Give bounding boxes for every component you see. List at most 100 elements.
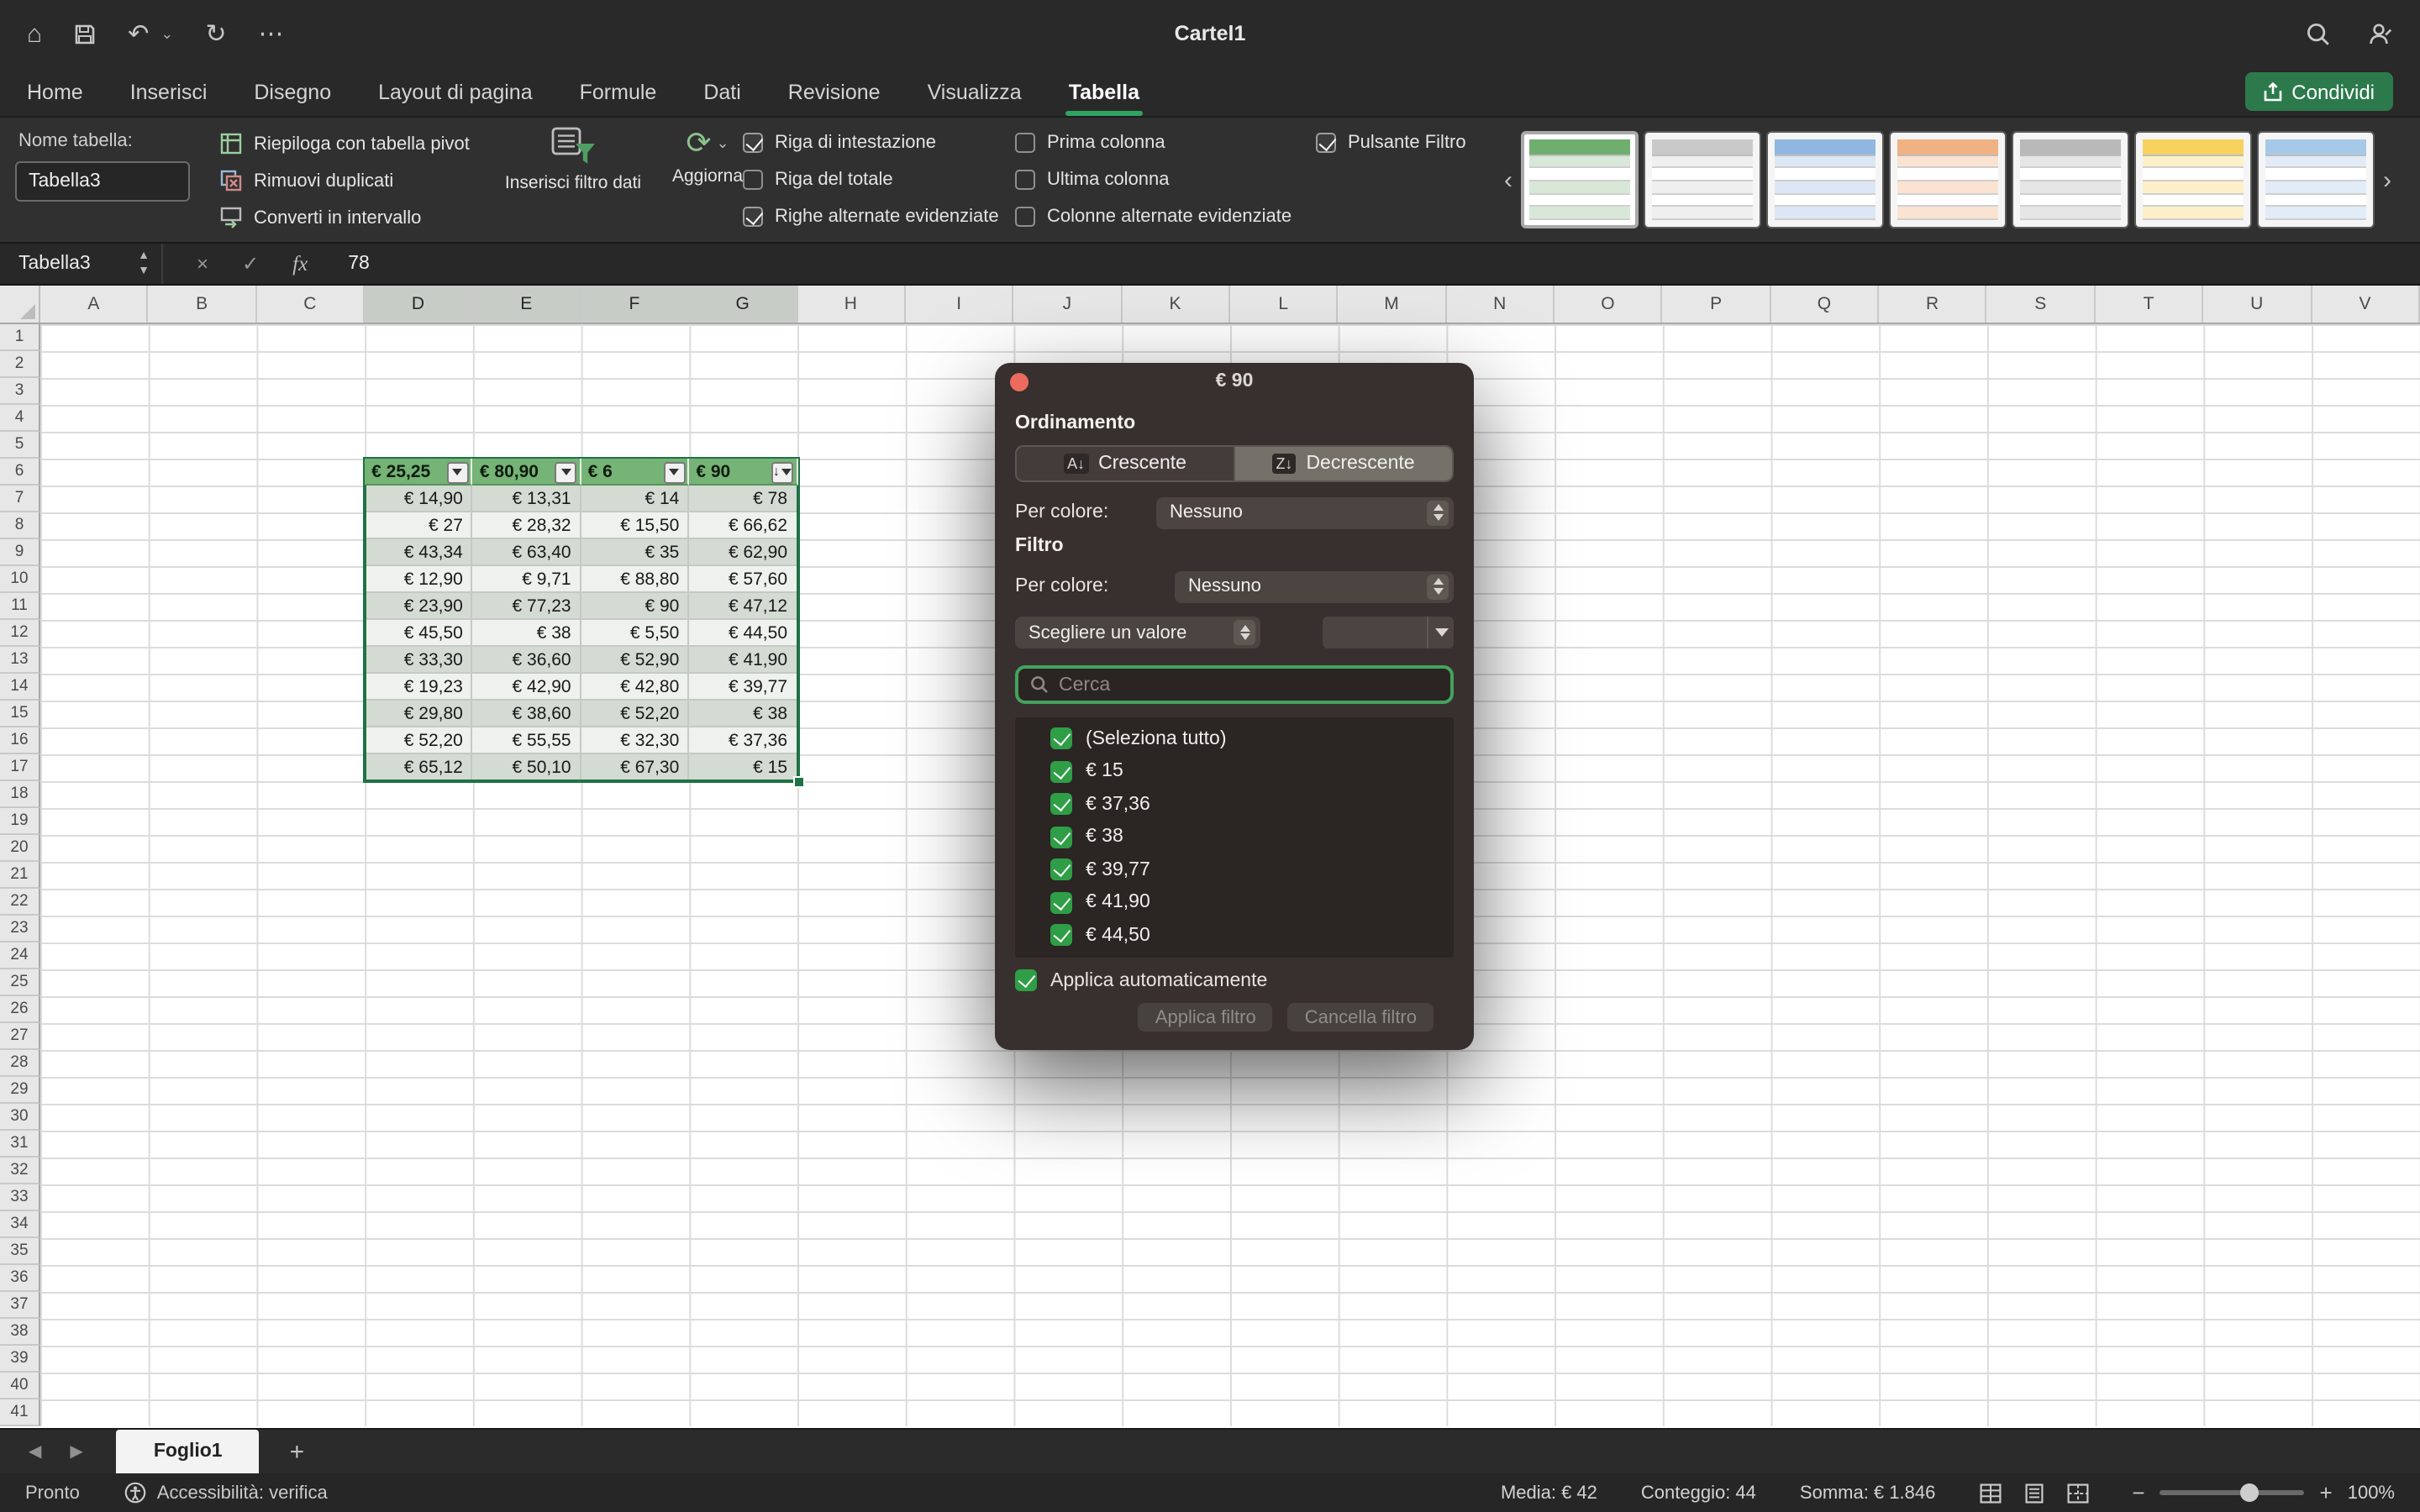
table-style-skyblue[interactable] — [2257, 131, 2375, 228]
sheet-tab-foglio1[interactable]: Foglio1 — [117, 1430, 260, 1473]
table-cell[interactable]: € 41,90 — [689, 647, 797, 674]
column-header-S[interactable]: S — [1987, 286, 2096, 323]
page-break-view-icon[interactable] — [2066, 1483, 2088, 1503]
auto-apply-checkbox-icon[interactable] — [1015, 969, 1037, 991]
apply-filter-button[interactable]: Applica filtro — [1139, 1003, 1273, 1032]
button-rimuovi-duplicati[interactable]: Rimuovi duplicati — [213, 163, 476, 198]
table-cell[interactable]: € 43,34 — [365, 539, 473, 566]
checkbox-ultima-colonna[interactable]: Ultima colonna — [1015, 166, 1292, 192]
row-header-16[interactable]: 16 — [0, 727, 40, 754]
table-cell[interactable]: € 19,23 — [365, 674, 473, 701]
row-header-34[interactable]: 34 — [0, 1211, 40, 1238]
row-header-19[interactable]: 19 — [0, 808, 40, 835]
filter-by-color-dropdown[interactable]: Nessuno — [1175, 570, 1454, 602]
row-header-17[interactable]: 17 — [0, 754, 40, 781]
column-header-C[interactable]: C — [256, 286, 365, 323]
row-header-35[interactable]: 35 — [0, 1238, 40, 1265]
tab-home[interactable]: Home — [27, 66, 83, 117]
table-style-light[interactable] — [1644, 131, 1761, 228]
table-cell[interactable]: € 57,60 — [689, 566, 797, 593]
row-header-8[interactable]: 8 — [0, 512, 40, 539]
sheet-prev-icon[interactable]: ◀ — [29, 1442, 41, 1461]
filter-value-option-seleziona-tutto[interactable]: (Seleziona tutto) — [1015, 722, 1454, 755]
tab-formule[interactable]: Formule — [580, 66, 657, 117]
checkbox-pulsante-filtro[interactable]: Pulsante Filtro — [1316, 129, 1466, 155]
checkbox-icon[interactable] — [1050, 794, 1072, 816]
row-header-7[interactable]: 7 — [0, 486, 40, 512]
filter-button-applied[interactable]: ↓ — [771, 461, 793, 483]
table-cell[interactable]: € 37,36 — [689, 727, 797, 754]
column-header-R[interactable]: R — [1879, 286, 1987, 323]
filter-criteria-combobox[interactable] — [1323, 617, 1454, 648]
search-icon[interactable] — [2306, 21, 2331, 46]
auto-apply-row[interactable]: Applica automaticamente — [1015, 969, 1454, 991]
table-name-input[interactable] — [15, 161, 190, 202]
confirm-entry-icon[interactable]: ✓ — [242, 252, 259, 276]
table-cell[interactable]: € 9,71 — [473, 566, 581, 593]
checkbox-righe-alternate-evidenziate[interactable]: Righe alternate evidenziate — [743, 203, 999, 228]
zoom-in-icon[interactable]: + — [2320, 1480, 2333, 1505]
column-header-N[interactable]: N — [1446, 286, 1555, 323]
sheet-next-icon[interactable]: ▶ — [70, 1442, 82, 1461]
table-cell[interactable]: € 15,50 — [581, 512, 690, 539]
name-box[interactable]: Tabella3 ▲ ▼ — [0, 244, 163, 284]
row-header-22[interactable]: 22 — [0, 889, 40, 916]
table-cell[interactable]: € 35 — [581, 539, 690, 566]
filter-dropdown-button[interactable] — [447, 461, 469, 483]
insert-slicer-button[interactable]: Inserisci filtro dati — [504, 124, 642, 194]
row-header-29[interactable]: 29 — [0, 1077, 40, 1104]
redo-icon[interactable]: ↻ — [205, 21, 226, 46]
row-header-33[interactable]: 33 — [0, 1184, 40, 1211]
checkbox-icon[interactable] — [1050, 761, 1072, 783]
clear-filter-button[interactable]: Cancella filtro — [1288, 1003, 1434, 1032]
row-header-15[interactable]: 15 — [0, 701, 40, 727]
tab-disegno[interactable]: Disegno — [254, 66, 331, 117]
table-header-cell-90[interactable]: € 90↓ — [689, 459, 797, 486]
row-header-3[interactable]: 3 — [0, 378, 40, 405]
table-cell[interactable]: € 29,80 — [365, 701, 473, 727]
table-cell[interactable]: € 38 — [473, 620, 581, 647]
row-header-30[interactable]: 30 — [0, 1104, 40, 1131]
row-header-28[interactable]: 28 — [0, 1050, 40, 1077]
table-cell[interactable]: € 13,31 — [473, 486, 581, 512]
column-header-V[interactable]: V — [2312, 286, 2420, 323]
table-cell[interactable]: € 50,10 — [473, 754, 581, 781]
table-cell[interactable]: € 45,50 — [365, 620, 473, 647]
checkbox-colonne-alternate-evidenziate[interactable]: Colonne alternate evidenziate — [1015, 203, 1292, 228]
checkbox-icon[interactable] — [1050, 728, 1072, 750]
checkbox-icon[interactable] — [1050, 859, 1072, 881]
row-header-36[interactable]: 36 — [0, 1265, 40, 1292]
button-converti-in-intervallo[interactable]: Converti in intervallo — [213, 200, 476, 235]
row-header-25[interactable]: 25 — [0, 969, 40, 996]
save-icon[interactable] — [74, 23, 96, 45]
table-cell[interactable]: € 38 — [689, 701, 797, 727]
row-header-24[interactable]: 24 — [0, 942, 40, 969]
row-header-20[interactable]: 20 — [0, 835, 40, 862]
row-header-41[interactable]: 41 — [0, 1399, 40, 1426]
checkbox-icon[interactable] — [1050, 827, 1072, 848]
gallery-next-icon[interactable]: › — [2375, 165, 2400, 194]
table-style-yellow[interactable] — [2134, 131, 2252, 228]
column-header-E[interactable]: E — [473, 286, 581, 323]
column-header-G[interactable]: G — [689, 286, 797, 323]
table-cell[interactable]: € 27 — [365, 512, 473, 539]
row-header-39[interactable]: 39 — [0, 1346, 40, 1373]
formula-bar-value[interactable]: 78 — [348, 254, 370, 274]
tab-inserisci[interactable]: Inserisci — [130, 66, 208, 117]
column-header-B[interactable]: B — [149, 286, 257, 323]
column-header-H[interactable]: H — [797, 286, 906, 323]
filter-value-option-44-50[interactable]: € 44,50 — [1015, 919, 1454, 952]
table-cell[interactable]: € 77,23 — [473, 593, 581, 620]
column-header-D[interactable]: D — [365, 286, 473, 323]
row-header-5[interactable]: 5 — [0, 432, 40, 459]
table-style-gray[interactable] — [2012, 131, 2129, 228]
filter-value-option-38[interactable]: € 38 — [1015, 821, 1454, 853]
undo-menu-chevron-icon[interactable]: ⌄ — [160, 26, 173, 41]
column-header-Q[interactable]: Q — [1771, 286, 1880, 323]
table-cell[interactable]: € 55,55 — [473, 727, 581, 754]
column-header-U[interactable]: U — [2203, 286, 2312, 323]
zoom-out-icon[interactable]: − — [2132, 1480, 2144, 1505]
table-cell[interactable]: € 90 — [581, 593, 690, 620]
table-header-cell-80-90[interactable]: € 80,90 — [473, 459, 581, 486]
table-cell[interactable]: € 52,90 — [581, 647, 690, 674]
